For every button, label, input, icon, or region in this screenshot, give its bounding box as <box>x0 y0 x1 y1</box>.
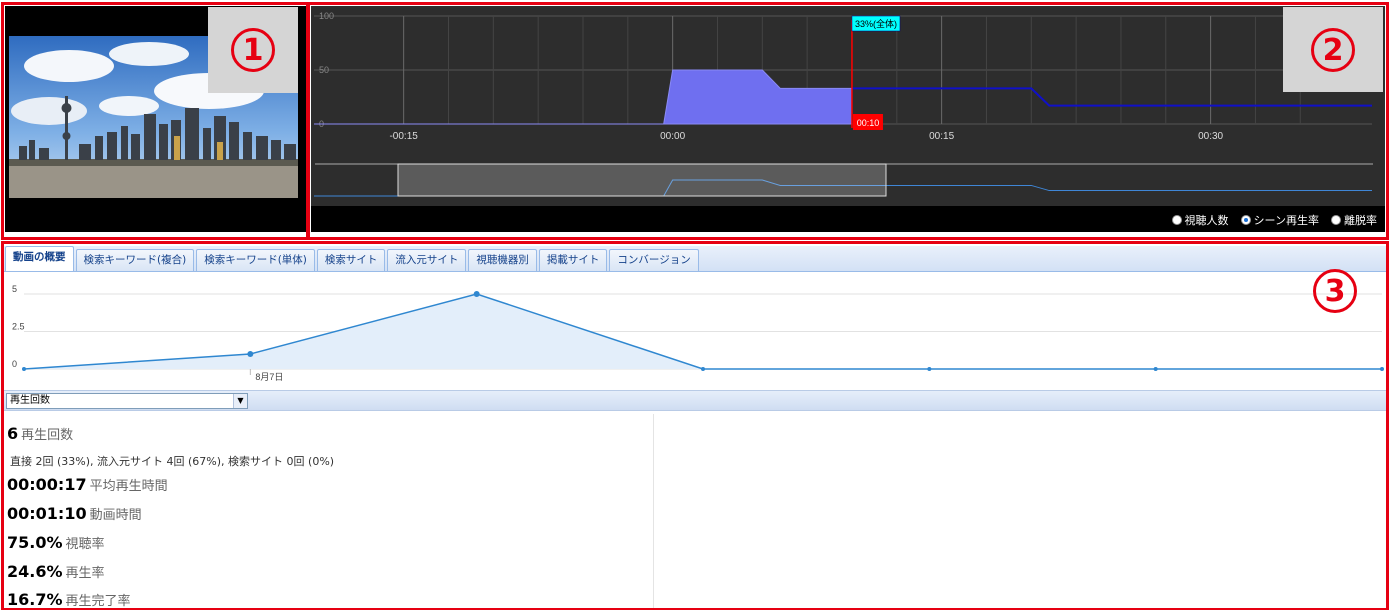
stat-complete-rate-value: 16.7% <box>7 590 63 608</box>
timeline-y-tick: 100 <box>319 11 334 21</box>
timeline-mode-radio-label: 視聴人数 <box>1184 214 1229 227</box>
callout-3: 3 <box>1286 248 1384 334</box>
stat-avg-time: 00:00:17 平均再生時間 <box>7 475 168 494</box>
stat-duration: 00:01:10 動画時間 <box>7 504 142 523</box>
callout-2: 2 <box>1283 7 1383 92</box>
tab-2[interactable]: 検索キーワード(複合) <box>75 249 195 271</box>
stat-view-rate-value: 75.0% <box>7 533 63 552</box>
stat-complete-rate: 16.7% 再生完了率 <box>7 590 131 608</box>
stat-view-rate: 75.0% 視聴率 <box>7 533 105 552</box>
trend-point <box>473 291 480 297</box>
tab-8[interactable]: コンバージョン <box>609 249 699 271</box>
stat-view-rate-label: 視聴率 <box>65 537 105 552</box>
stat-play-rate-label: 再生率 <box>65 566 105 581</box>
trend-point <box>927 367 932 371</box>
trend-point <box>701 367 705 371</box>
callout-1: 1 <box>208 7 298 93</box>
timeline-mode-radio-3[interactable]: 離脱率 <box>1331 212 1377 228</box>
stat-complete-rate-label: 再生完了率 <box>65 594 131 608</box>
trend-y-tick: 0 <box>12 359 17 369</box>
stat-duration-label: 動画時間 <box>89 508 142 523</box>
timeline-x-tick: -00:15 <box>389 131 418 142</box>
radio-icon[interactable] <box>1240 215 1251 225</box>
trend-chart: 5 2.5 0 8月7日 <box>12 284 1384 382</box>
tab-4[interactable]: 検索サイト <box>316 249 386 271</box>
tab-1[interactable]: 動画の概要 <box>5 246 74 271</box>
stat-play-rate-value: 24.6% <box>7 562 63 581</box>
timeline-x-tick: 00:00 <box>660 131 685 142</box>
trend-point <box>22 367 26 371</box>
metric-select-value: 再生回数 <box>10 395 50 406</box>
summary-stats: 6 再生回数 直接 2回 (33%), 流入元サイト 4回 (67%), 検索サイ… <box>4 414 654 608</box>
timeline-mode-radio-1[interactable]: 視聴人数 <box>1171 212 1229 228</box>
timeline-playhead-time: 00:10 <box>857 118 880 128</box>
timeline-playhead-percent: 33%(全体) <box>855 18 897 29</box>
stat-avg-time-label: 平均再生時間 <box>89 479 168 494</box>
stat-duration-value: 00:01:10 <box>7 504 87 523</box>
timeline-x-tick: 00:15 <box>929 131 954 142</box>
stat-plays-breakdown: 直接 2回 (33%), 流入元サイト 4回 (67%), 検索サイト 0回 (… <box>10 455 335 468</box>
stat-plays: 6 再生回数 <box>7 424 73 443</box>
navigator-range-window <box>397 163 887 197</box>
tab-7[interactable]: 掲載サイト <box>538 249 608 271</box>
scene-timeline[interactable]: 100 50 0 -00:15 00:00 00:15 00:30 33%(全体) 00:10 … <box>311 6 1385 232</box>
timeline-mode-radio-label: 離脱率 <box>1344 214 1377 227</box>
trend-y-tick: 2.5 <box>12 322 25 332</box>
timeline-mode-radio-2[interactable]: シーン再生率 <box>1240 212 1319 228</box>
tab-5[interactable]: 流入元サイト <box>387 249 467 271</box>
radio-icon[interactable] <box>1331 215 1341 225</box>
trend-point <box>1380 367 1384 371</box>
stat-avg-time-value: 00:00:17 <box>7 475 87 494</box>
timeline-chart[interactable]: 100500-00:15 00:00 00:15 00:3033%(全体)00:10 <box>311 6 1385 206</box>
timeline-mode-radios: 視聴人数 シーン再生率 離脱率 <box>1171 212 1377 228</box>
stat-plays-label: 再生回数 <box>21 428 74 443</box>
timeline-y-tick: 50 <box>319 65 329 75</box>
analytics-tab-bar: 動画の概要 検索キーワード(複合) 検索キーワード(単体) 検索サイト 流入元サイト 視聴… <box>4 246 1386 272</box>
analytics-panel: 動画の概要 検索キーワード(複合) 検索キーワード(単体) 検索サイト 流入元サイト 視聴… <box>4 244 1386 608</box>
tab-6[interactable]: 視聴機器別 <box>468 249 537 271</box>
stat-plays-value: 6 <box>7 424 19 443</box>
trend-point <box>247 351 254 357</box>
trend-point <box>1153 367 1158 371</box>
radio-icon[interactable] <box>1171 215 1182 225</box>
timeline-x-tick: 00:30 <box>1198 131 1223 142</box>
trend-y-tick: 5 <box>12 284 17 294</box>
timeline-mode-radio-label: シーン再生率 <box>1253 214 1319 227</box>
metric-select[interactable]: 再生回数 ▼ <box>6 393 248 409</box>
trend-x-tick: 8月7日 <box>255 372 283 382</box>
stat-play-rate: 24.6% 再生率 <box>7 562 105 581</box>
metric-toolbar: 再生回数 ▼ <box>4 390 1386 411</box>
chevron-down-icon[interactable]: ▼ <box>233 394 247 408</box>
tab-3[interactable]: 検索キーワード(単体) <box>196 249 315 271</box>
